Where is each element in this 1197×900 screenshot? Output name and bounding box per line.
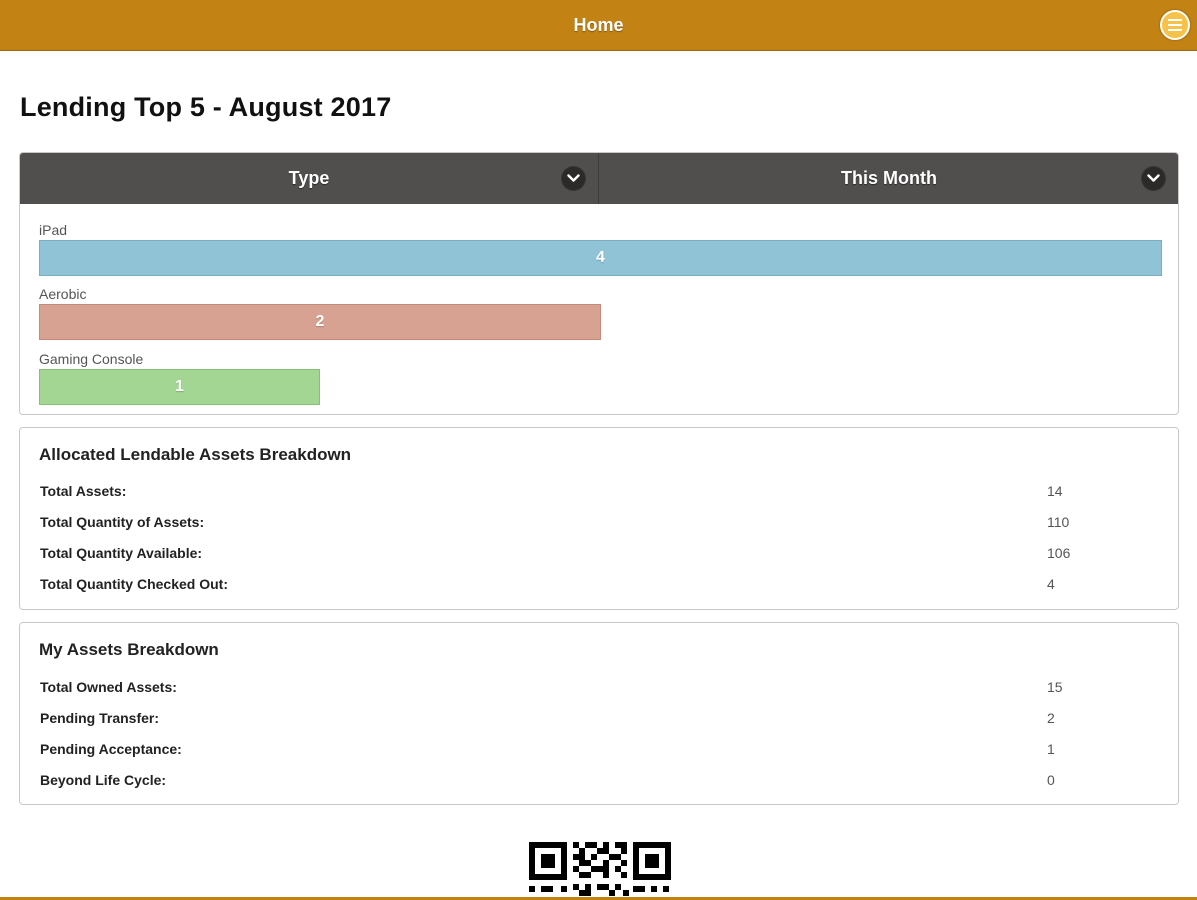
allocated-assets-title: Allocated Lendable Assets Breakdown bbox=[39, 445, 352, 464]
page-title: Lending Top 5 - August 2017 bbox=[20, 92, 392, 122]
bar-label-aerobic: Aerobic bbox=[39, 286, 87, 302]
row-value: 1 bbox=[1047, 741, 1055, 757]
row-value: 106 bbox=[1047, 545, 1071, 561]
row-value: 14 bbox=[1047, 483, 1063, 499]
row-value: 0 bbox=[1047, 772, 1055, 788]
row-label: Total Quantity Available: bbox=[40, 545, 203, 561]
top-bar: Home bbox=[0, 0, 1197, 51]
row-label: Total Owned Assets: bbox=[40, 679, 177, 695]
bar-label-gaming-console: Gaming Console bbox=[39, 351, 144, 367]
row-label: Pending Acceptance: bbox=[40, 741, 182, 757]
column-header-this-month-label: This Month bbox=[841, 168, 937, 188]
row-value: 4 bbox=[1047, 576, 1055, 592]
qr-code-icon[interactable] bbox=[527, 840, 673, 897]
lending-top5-card: Type This Month iPad 4 Aerobic 2 Gaming … bbox=[19, 152, 1179, 415]
my-assets-title: My Assets Breakdown bbox=[39, 640, 219, 659]
menu-button[interactable] bbox=[1160, 10, 1190, 40]
page-header-title: Home bbox=[573, 15, 624, 35]
bar-aerobic: 2 bbox=[39, 304, 601, 340]
row-label: Total Quantity Checked Out: bbox=[40, 576, 228, 592]
menu-icon bbox=[1168, 19, 1182, 31]
column-header-type[interactable]: Type bbox=[20, 153, 599, 204]
row-value: 2 bbox=[1047, 710, 1055, 726]
bar-gaming-console: 1 bbox=[39, 369, 320, 405]
lending-table-header: Type This Month bbox=[20, 153, 1178, 204]
row-label: Total Assets: bbox=[40, 483, 127, 499]
my-assets-card: My Assets Breakdown Total Owned Assets: … bbox=[19, 622, 1179, 805]
column-header-type-label: Type bbox=[288, 168, 330, 188]
row-label: Beyond Life Cycle: bbox=[40, 772, 167, 788]
row-value: 110 bbox=[1047, 514, 1070, 530]
chevron-down-icon[interactable] bbox=[1141, 166, 1166, 191]
allocated-assets-card: Allocated Lendable Assets Breakdown Tota… bbox=[19, 427, 1179, 610]
chevron-down-icon[interactable] bbox=[561, 166, 586, 191]
bar-label-ipad: iPad bbox=[39, 222, 68, 238]
row-label: Pending Transfer: bbox=[40, 710, 160, 726]
bar-ipad: 4 bbox=[39, 240, 1162, 276]
row-label: Total Quantity of Assets: bbox=[40, 514, 205, 530]
column-header-this-month[interactable]: This Month bbox=[600, 153, 1178, 204]
row-value: 15 bbox=[1047, 679, 1063, 695]
